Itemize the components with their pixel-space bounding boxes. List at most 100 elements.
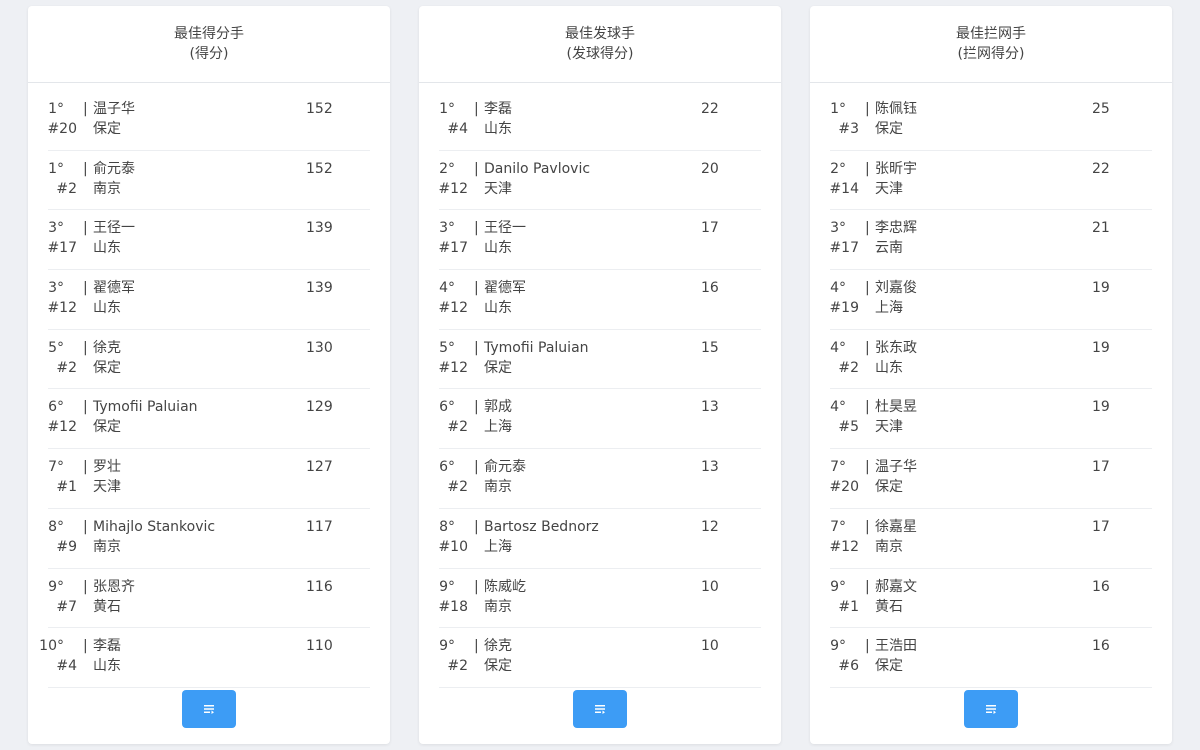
separator: | (865, 220, 870, 237)
player-team: 天津 (875, 419, 903, 436)
card-subtitle: (得分) (189, 46, 229, 62)
show-more-button[interactable] (182, 690, 236, 728)
card-subtitle: (发球得分) (566, 46, 634, 62)
ranking-row: 3° #17 | 王径一 山东 139 (47, 210, 370, 271)
player-number: #2 (56, 359, 77, 376)
card-title: 最佳发球手 (565, 26, 635, 42)
player-rank: 6° (439, 459, 455, 476)
player-rank: 7° (48, 459, 64, 476)
player-score: 17 (1092, 518, 1110, 535)
player-name: 李磊 (484, 101, 512, 117)
separator: | (474, 578, 479, 595)
player-team: 云南 (875, 240, 903, 257)
card-header: 最佳得分手 (得分) (28, 6, 390, 83)
player-rank: 5° (48, 339, 64, 356)
player-name: 李忠辉 (875, 220, 917, 237)
ranking-row: 1° #2 | 俞元泰 南京 152 (48, 151, 370, 211)
player-number: #12 (438, 180, 468, 197)
card-title: 最佳得分手 (174, 26, 244, 42)
separator: | (83, 399, 88, 416)
separator: | (474, 339, 479, 356)
player-name: 刘嘉俊 (875, 280, 917, 297)
player-name: 温子华 (93, 101, 135, 117)
player-number: #17 (829, 240, 859, 257)
ranking-row: 4° #19 | 刘嘉俊 上海 19 (829, 270, 1152, 330)
ranking-row: 9° #18 | 陈威屹 南京 10 (438, 569, 761, 629)
separator: | (83, 339, 88, 356)
player-number: #7 (56, 598, 77, 615)
ranking-row: 1° #20 | 温子华 保定 152 (47, 91, 370, 151)
player-rank: 8° (439, 518, 455, 535)
leaderboard-card: 最佳拦网手 (拦网得分) 1° #3 | 陈佩钰 保定 25 2° #14 | … (810, 6, 1172, 744)
player-rank: 3° (830, 220, 846, 237)
player-score: 127 (306, 459, 333, 476)
player-name: 王径一 (93, 220, 135, 237)
separator: | (865, 459, 870, 476)
player-score: 22 (1092, 160, 1110, 177)
player-rank: 4° (439, 280, 455, 297)
player-number: #17 (47, 240, 77, 257)
player-number: #6 (838, 658, 859, 675)
card-title: 最佳拦网手 (956, 26, 1026, 42)
player-number: #12 (438, 300, 468, 317)
ranking-row: 10° #4 | 李磊 山东 110 (39, 628, 370, 688)
player-name: 郝嘉文 (875, 578, 917, 595)
ranking-list: 1° #3 | 陈佩钰 保定 25 2° #14 | 张昕宇 天津 22 3° … (829, 83, 1152, 688)
player-name: 徐克 (484, 638, 512, 655)
player-rank: 5° (439, 339, 455, 356)
player-number: #1 (838, 598, 859, 615)
player-rank: 2° (439, 160, 455, 177)
show-more-button[interactable] (573, 690, 627, 728)
player-name: 徐嘉星 (875, 518, 917, 535)
player-number: #20 (47, 121, 77, 137)
player-rank: 4° (830, 339, 846, 356)
player-name: Tymofii Paluian (93, 399, 198, 416)
player-team: 山东 (484, 300, 512, 317)
ranking-row: 4° #2 | 张东政 山东 19 (830, 330, 1152, 390)
separator: | (865, 280, 870, 297)
player-name: Tymofii Paluian (484, 339, 589, 356)
separator: | (865, 518, 870, 535)
player-name: 王浩田 (875, 638, 917, 655)
player-team: 天津 (93, 479, 121, 496)
ranking-row: 7° #1 | 罗壮 天津 127 (48, 449, 370, 509)
player-number: #5 (838, 419, 859, 436)
player-number: #4 (447, 121, 468, 137)
player-name: 陈佩钰 (875, 101, 917, 117)
player-rank: 1° (48, 160, 64, 177)
player-rank: 9° (439, 638, 455, 655)
player-team: 保定 (875, 479, 903, 496)
ranking-row: 2° #14 | 张昕宇 天津 22 (829, 151, 1152, 211)
ranking-row: 2° #12 | Danilo Pavlovic 天津 20 (438, 151, 761, 211)
separator: | (474, 280, 479, 297)
player-score: 17 (701, 220, 719, 237)
ranking-row: 1° #4 | 李磊 山东 22 (439, 91, 761, 151)
separator: | (474, 638, 479, 655)
player-number: #2 (447, 658, 468, 675)
show-more-button[interactable] (964, 690, 1018, 728)
player-rank: 7° (830, 459, 846, 476)
player-number: #4 (56, 658, 77, 675)
player-number: #12 (829, 538, 859, 555)
player-rank: 6° (439, 399, 455, 416)
player-team: 保定 (484, 658, 512, 675)
player-team: 山东 (93, 300, 121, 317)
ranking-row: 4° #12 | 翟德军 山东 16 (438, 270, 761, 330)
player-team: 黄石 (875, 598, 903, 615)
player-team: 天津 (875, 180, 903, 197)
ranking-row: 6° #2 | 郭成 上海 13 (439, 389, 761, 450)
player-score: 129 (306, 399, 333, 416)
player-number: #20 (829, 479, 859, 496)
player-team: 保定 (875, 658, 903, 675)
player-rank: 1° (439, 101, 455, 117)
separator: | (83, 280, 88, 297)
player-number: #12 (47, 300, 77, 317)
separator: | (474, 518, 479, 535)
player-number: #2 (447, 479, 468, 496)
player-team: 保定 (93, 121, 121, 137)
ranking-row: 9° #1 | 郝嘉文 黄石 16 (830, 569, 1152, 629)
player-name: 郭成 (484, 399, 512, 416)
player-score: 16 (701, 280, 719, 297)
player-team: 南京 (93, 538, 121, 555)
player-score: 16 (1092, 638, 1110, 655)
